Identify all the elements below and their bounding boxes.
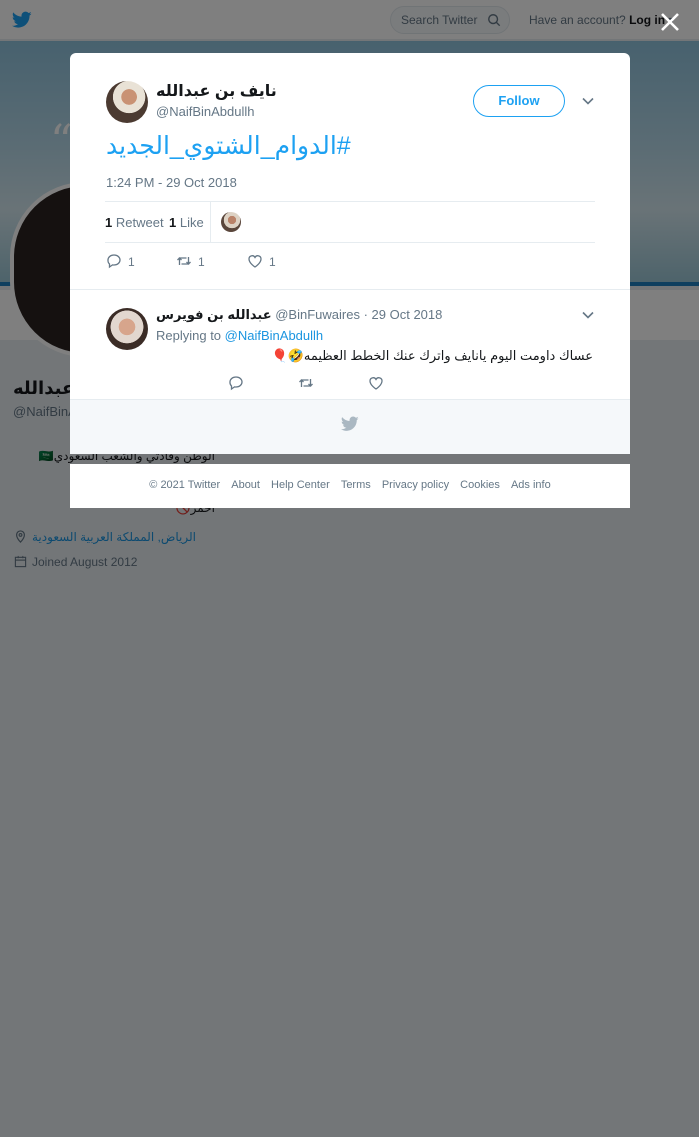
footer-link-privacy[interactable]: Privacy policy bbox=[382, 479, 449, 491]
tweet-text-hashtag[interactable]: #الدوام_الشتوي_الجديد bbox=[106, 131, 351, 161]
like-stat[interactable]: 1 Like bbox=[169, 215, 204, 230]
reply-header: عبدالله بن فويرس @BinFuwaires · 29 Oct 2… bbox=[156, 307, 442, 323]
retweet-stat-label: Retweet bbox=[115, 215, 164, 230]
follow-button[interactable]: Follow bbox=[473, 85, 565, 117]
tweet-timestamp[interactable]: 1:24 PM - 29 Oct 2018 bbox=[106, 175, 237, 190]
like-button[interactable]: 1 bbox=[247, 253, 276, 273]
reply-icon[interactable] bbox=[228, 375, 244, 391]
close-icon[interactable] bbox=[658, 10, 682, 34]
like-count: 1 bbox=[169, 215, 177, 230]
reply-author-name[interactable]: عبدالله بن فويرس bbox=[156, 307, 272, 322]
footer-link-cookies[interactable]: Cookies bbox=[460, 479, 500, 491]
footer-link-terms[interactable]: Terms bbox=[341, 479, 371, 491]
replying-to-mention[interactable]: @NaifBinAbdullh bbox=[225, 328, 323, 343]
reply-text: عساك داومت اليوم يانايف واترك عنك الخطط … bbox=[271, 348, 593, 363]
chevron-down-icon[interactable] bbox=[581, 94, 595, 108]
modal-footer bbox=[70, 399, 630, 454]
liker-avatar[interactable] bbox=[221, 212, 241, 232]
like-action-count: 1 bbox=[269, 255, 276, 269]
twitter-bird-icon bbox=[341, 416, 359, 431]
retweet-icon[interactable] bbox=[298, 375, 314, 391]
retweet-icon bbox=[177, 257, 191, 265]
retweet-stat[interactable]: 1 Retweet bbox=[105, 215, 164, 230]
reply-tweet[interactable]: عبدالله بن فويرس @BinFuwaires · 29 Oct 2… bbox=[70, 289, 630, 399]
replying-to: Replying to @NaifBinAbdullh bbox=[156, 328, 323, 343]
tweet-author-handle[interactable]: @NaifBinAbdullh bbox=[156, 104, 254, 119]
tweet-actions: 1 1 1 bbox=[106, 253, 406, 273]
footer-link-about[interactable]: About bbox=[231, 479, 260, 491]
footer-link-ads-info[interactable]: Ads info bbox=[511, 479, 551, 491]
footer-link-help-center[interactable]: Help Center bbox=[271, 479, 330, 491]
stats-divider bbox=[210, 202, 211, 243]
replying-prefix: Replying to bbox=[156, 328, 222, 343]
like-stat-label: Like bbox=[179, 215, 204, 230]
tweet-author-name[interactable]: نايف بن عبدالله bbox=[156, 81, 277, 101]
reply-count: 1 bbox=[128, 255, 135, 269]
retweet-action-count: 1 bbox=[198, 255, 205, 269]
reply-button[interactable]: 1 bbox=[106, 253, 135, 273]
chevron-down-icon[interactable] bbox=[581, 308, 595, 322]
avatar[interactable] bbox=[106, 308, 148, 350]
retweet-count: 1 bbox=[105, 215, 113, 230]
reply-date[interactable]: · 29 Oct 2018 bbox=[364, 307, 443, 322]
copyright: © 2021 Twitter bbox=[149, 479, 221, 491]
reply-author-handle[interactable]: @BinFuwaires bbox=[275, 307, 360, 322]
retweet-button[interactable]: 1 bbox=[176, 253, 205, 273]
reply-actions bbox=[156, 375, 383, 393]
heart-icon[interactable] bbox=[368, 375, 384, 391]
heart-icon bbox=[248, 255, 262, 268]
reply-icon bbox=[107, 254, 121, 269]
tweet-stats: 1 Retweet 1 Like bbox=[105, 201, 595, 243]
tweet-permalink-modal: نايف بن عبدالله @NaifBinAbdullh Follow #… bbox=[70, 53, 630, 454]
avatar[interactable] bbox=[106, 81, 148, 123]
site-footer: © 2021 Twitter About Help Center Terms P… bbox=[70, 464, 630, 508]
